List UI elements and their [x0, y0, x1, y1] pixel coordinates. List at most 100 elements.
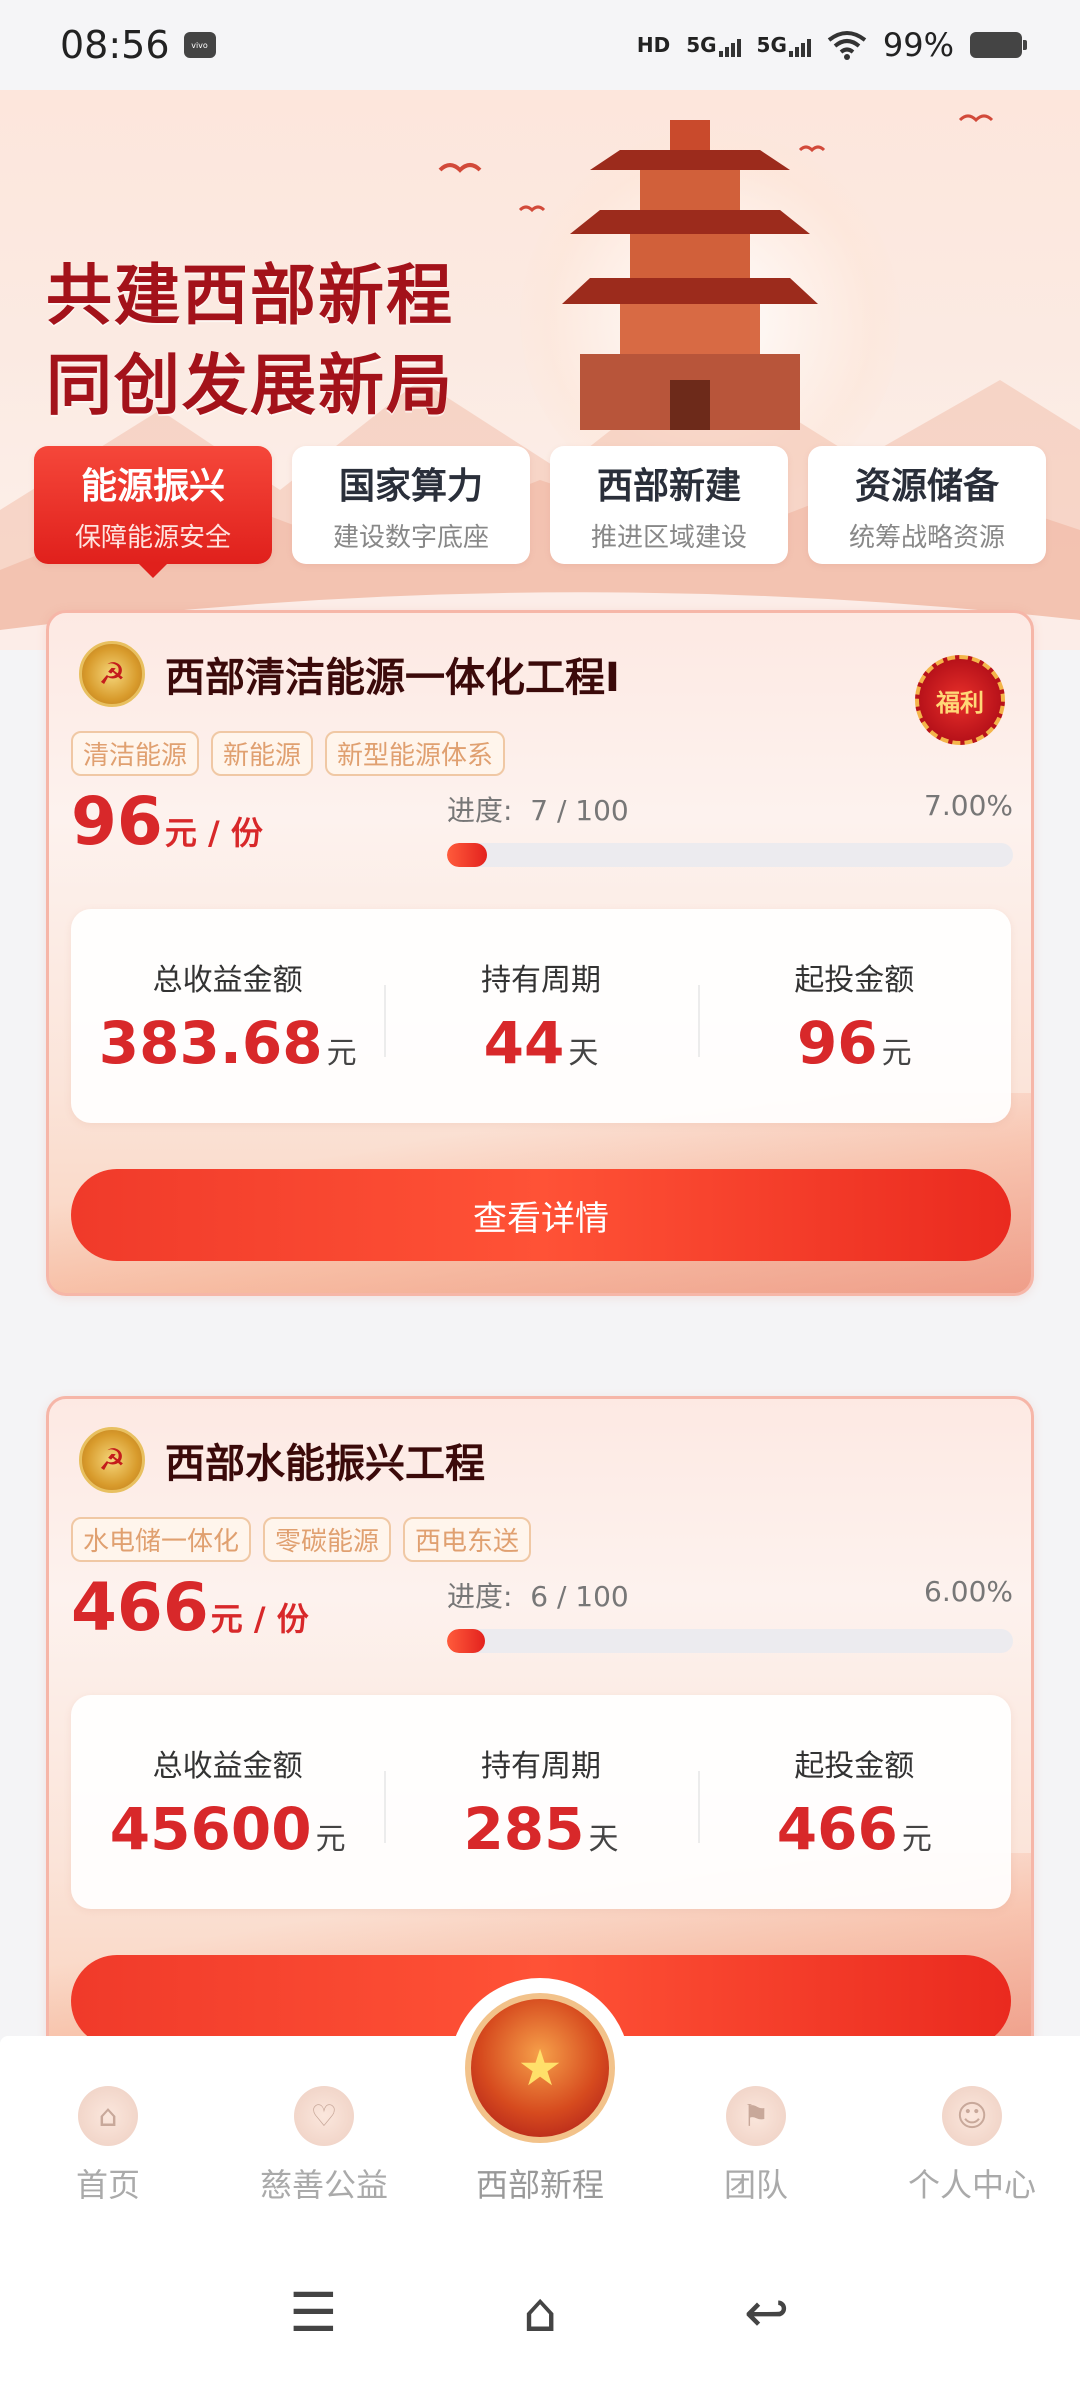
- progress-label: 进度:: [447, 794, 513, 827]
- stat-label: 总收益金额: [152, 963, 303, 998]
- stat-total-income: 总收益金额 383.68 元: [71, 955, 384, 1077]
- signal-5g-label-2: 5G: [756, 33, 787, 57]
- stat-value: 45600: [109, 1795, 312, 1863]
- progress-text: 进度: 6 / 100: [447, 1575, 629, 1615]
- stat-label: 起投金额: [794, 1749, 915, 1784]
- tag: 新能源: [211, 731, 314, 776]
- status-right: HD 5G 5G 99%: [636, 26, 1027, 64]
- stat-value: 44: [483, 1009, 565, 1077]
- signal-5g-icon-2: 5G: [757, 33, 811, 57]
- progress-text: 进度: 7 / 100: [447, 789, 629, 829]
- battery-icon: [970, 32, 1027, 58]
- stat-value: 96: [796, 1009, 878, 1077]
- view-details-button[interactable]: 查看详情: [71, 1169, 1011, 1261]
- tag: 西电东送: [403, 1517, 532, 1562]
- progress-bar: [447, 843, 1013, 867]
- charity-icon: ♡: [294, 2086, 354, 2146]
- hero-title: 共建西部新程 同创发展新局: [46, 250, 454, 430]
- hd-icon: HD: [636, 33, 671, 57]
- party-emblem-icon: ☭: [79, 1427, 145, 1493]
- progress-percent: 7.00%: [924, 789, 1013, 822]
- stat-label: 起投金额: [794, 963, 915, 998]
- stat-label: 持有周期: [480, 1749, 601, 1784]
- tab-energy[interactable]: 能源振兴 保障能源安全: [34, 446, 272, 578]
- progress-value: 7 / 100: [530, 794, 629, 827]
- stat-label: 持有周期: [480, 963, 601, 998]
- tab-resources[interactable]: 资源储备 统筹战略资源: [808, 446, 1046, 564]
- tag-list: 水电储一体化 零碳能源 西电东送: [71, 1517, 532, 1562]
- nav-label: 个人中心: [907, 2166, 1036, 2204]
- progress-fill: [447, 843, 487, 867]
- tab-subtitle: 建设数字底座: [332, 522, 489, 553]
- battery-percent: 99%: [882, 26, 954, 64]
- tab-computing[interactable]: 国家算力 建设数字底座: [292, 446, 530, 564]
- stat-total-income: 总收益金额 45600 元: [71, 1741, 384, 1863]
- signal-5g-label: 5G: [686, 33, 717, 57]
- stats-panel: 总收益金额 383.68 元 持有周期 44 天 起投金额 96 元: [71, 909, 1011, 1123]
- progress: 进度: 6 / 100 6.00%: [447, 1575, 1013, 1653]
- welfare-badge-icon[interactable]: 福利: [915, 655, 1005, 745]
- price-value: 466: [71, 1569, 209, 1646]
- category-tabs: 能源振兴 保障能源安全 国家算力 建设数字底座 西部新建 推进区域建设 资源储备…: [34, 446, 1046, 578]
- progress-percent: 6.00%: [924, 1575, 1013, 1608]
- signal-bars-icon: [718, 35, 741, 57]
- project-card: ☭ 西部清洁能源一体化工程I 福利 清洁能源 新能源 新型能源体系 96 元 /…: [46, 610, 1034, 1296]
- card-title: 西部清洁能源一体化工程I: [165, 655, 620, 701]
- birds-decoration: [438, 114, 994, 213]
- stat-holding-period: 持有周期 44 天: [384, 955, 697, 1077]
- nav-home[interactable]: ⌂ 首页: [0, 2086, 216, 2206]
- nav-center-button[interactable]: ★: [450, 1978, 630, 2158]
- menu-icon[interactable]: ☰: [273, 2281, 353, 2344]
- price-value: 96: [71, 783, 163, 860]
- tab-title: 能源振兴: [80, 465, 225, 507]
- tab-subtitle: 统筹战略资源: [848, 522, 1005, 553]
- nav-team[interactable]: ⚑ 团队: [648, 2086, 864, 2206]
- price: 466 元 / 份: [71, 1569, 309, 1646]
- stat-value: 285: [463, 1795, 585, 1863]
- tag: 水电储一体化: [71, 1517, 252, 1562]
- tag-list: 清洁能源 新能源 新型能源体系: [71, 731, 506, 776]
- home-system-icon[interactable]: ⌂: [500, 2281, 580, 2344]
- price: 96 元 / 份: [71, 783, 263, 860]
- progress-value: 6 / 100: [530, 1580, 629, 1613]
- stat-unit: 天: [588, 1822, 619, 1857]
- tag: 零碳能源: [263, 1517, 392, 1562]
- hero-title-line2: 同创发展新局: [46, 346, 454, 424]
- progress-bar: [447, 1629, 1013, 1653]
- stat-holding-period: 持有周期 285 天: [384, 1741, 697, 1863]
- progress-label: 进度:: [447, 1580, 513, 1613]
- nav-label: 团队: [723, 2166, 788, 2204]
- stat-label: 总收益金额: [152, 1749, 303, 1784]
- stat-unit: 元: [901, 1822, 932, 1857]
- user-icon: ☺: [942, 2086, 1002, 2146]
- price-unit: 元 / 份: [164, 814, 263, 852]
- wifi-icon: [827, 31, 867, 60]
- stat-min-investment: 起投金额 466 元: [697, 1741, 1011, 1863]
- back-icon[interactable]: ↩: [727, 2281, 807, 2344]
- party-emblem-icon: ☭: [79, 641, 145, 707]
- status-left: 08:56 vivo: [60, 23, 216, 67]
- system-nav-bar: ☰ ⌂ ↩: [0, 2236, 1080, 2388]
- nav-label: 西部新程: [475, 2166, 604, 2204]
- tag: 清洁能源: [71, 731, 200, 776]
- stat-min-investment: 起投金额 96 元: [697, 955, 1011, 1077]
- tab-subtitle: 保障能源安全: [74, 522, 231, 553]
- nav-charity[interactable]: ♡ 慈善公益: [216, 2086, 432, 2206]
- tab-construction[interactable]: 西部新建 推进区域建设: [550, 446, 788, 564]
- tab-title: 国家算力: [338, 465, 483, 507]
- stat-unit: 元: [315, 1822, 346, 1857]
- nav-profile[interactable]: ☺ 个人中心: [864, 2086, 1080, 2206]
- status-time: 08:56: [60, 23, 170, 67]
- stat-unit: 天: [568, 1036, 599, 1071]
- status-bar: 08:56 vivo HD 5G 5G 99%: [0, 0, 1080, 90]
- stat-value: 383.68: [98, 1009, 323, 1077]
- tab-title: 西部新建: [596, 465, 741, 507]
- western-journey-emblem-icon: ★: [465, 1993, 615, 2143]
- vivo-badge-icon: vivo: [183, 32, 216, 58]
- card-header: ☭ 西部清洁能源一体化工程I: [79, 641, 620, 707]
- tag: 新型能源体系: [325, 731, 506, 776]
- tab-title: 资源储备: [854, 465, 999, 507]
- nav-label: 首页: [75, 2166, 140, 2204]
- nav-label: 慈善公益: [259, 2166, 388, 2204]
- progress: 进度: 7 / 100 7.00%: [447, 789, 1013, 867]
